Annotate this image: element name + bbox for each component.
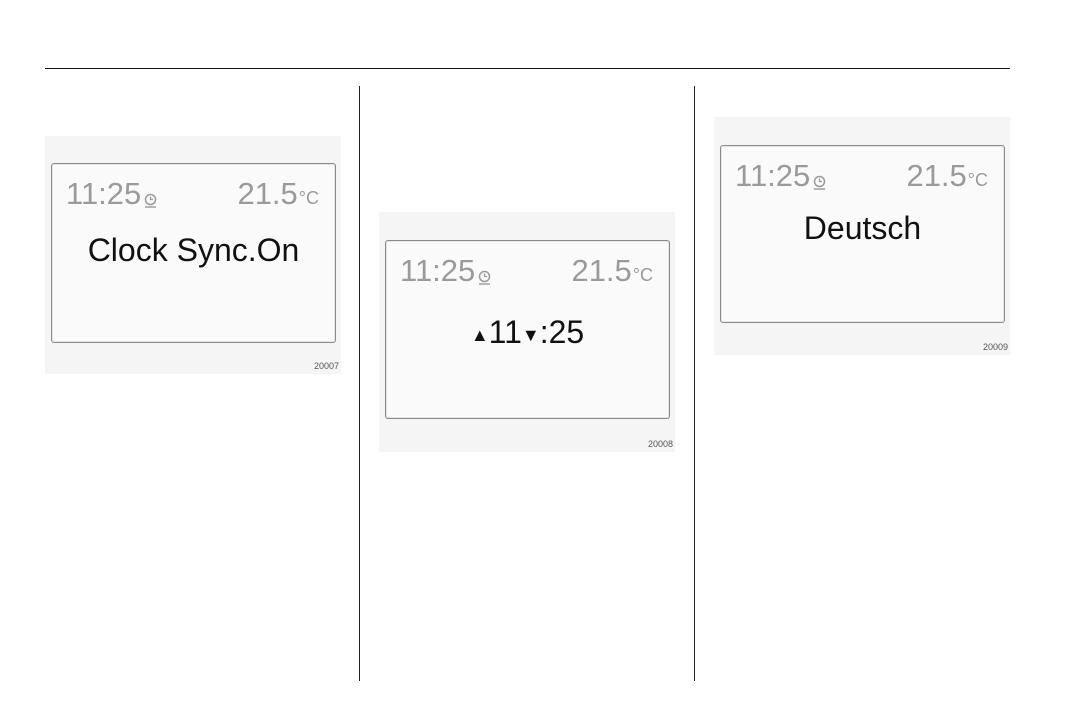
figure-code: 20008 (647, 439, 673, 449)
lcd-display: 11:25 21.5°C ▲11▼:25 (385, 240, 670, 419)
temperature-value: 21.5 (906, 158, 967, 193)
figure-clock-sync: 11:25 21.5°C Clock Sync.On 20007 (45, 136, 341, 374)
figure-code: 20007 (313, 361, 339, 371)
down-arrow-icon: ▼ (521, 325, 540, 345)
lcd-temperature: 21.5°C (571, 255, 653, 286)
clock-icon (143, 191, 158, 209)
lcd-temperature: 21.5°C (237, 178, 319, 209)
up-arrow-icon: ▲ (470, 325, 489, 345)
figure-code: 20009 (982, 342, 1008, 352)
time-value: 11:25 (400, 253, 476, 288)
time-value: 11:25 (66, 176, 142, 211)
hours-value: 11 (488, 314, 522, 350)
lcd-temperature: 21.5°C (906, 160, 988, 191)
column-divider-left (359, 86, 360, 681)
figure-language: 11:25 21.5°C Deutsch 20009 (714, 117, 1010, 355)
header-rule (45, 68, 1010, 69)
temperature-unit: °C (298, 188, 319, 208)
minutes-value: :25 (539, 314, 585, 350)
lcd-time-setting: ▲11▼:25 (386, 316, 669, 348)
temperature-unit: °C (967, 170, 988, 190)
lcd-time: 11:25 (735, 160, 827, 191)
temperature-value: 21.5 (237, 176, 298, 211)
lcd-display: 11:25 21.5°C Deutsch (720, 145, 1005, 323)
temperature-value: 21.5 (571, 253, 632, 288)
column-divider-right (694, 86, 695, 681)
lcd-message: Clock Sync.On (87, 232, 300, 268)
lcd-time: 11:25 (66, 178, 158, 209)
lcd-time: 11:25 (400, 255, 492, 286)
clock-icon (812, 173, 827, 191)
temperature-unit: °C (632, 265, 653, 285)
lcd-display: 11:25 21.5°C Clock Sync.On (51, 163, 336, 343)
time-value: 11:25 (735, 158, 811, 193)
figure-time-set: 11:25 21.5°C ▲11▼:25 20008 (379, 212, 675, 452)
lcd-message: Deutsch (803, 210, 922, 246)
clock-icon (477, 268, 492, 286)
